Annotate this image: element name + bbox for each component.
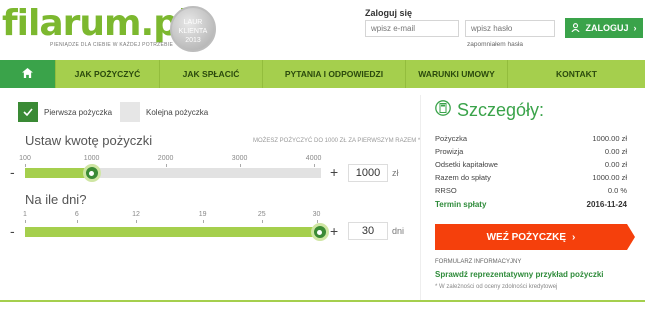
checkbox-empty-icon bbox=[120, 102, 140, 122]
take-loan-button[interactable]: WEŹ POŻYCZKĘ › bbox=[435, 224, 627, 250]
days-tick-mark bbox=[202, 220, 204, 223]
days-tick-label: 6 bbox=[74, 211, 79, 218]
home-icon bbox=[22, 68, 33, 80]
amount-tick-label: 3000 bbox=[231, 155, 248, 162]
amount-tick-mark bbox=[239, 164, 241, 167]
login-button[interactable]: ZALOGUJ › bbox=[565, 18, 643, 38]
days-title: Na ile dni? bbox=[25, 192, 87, 207]
amount-minus-button[interactable]: - bbox=[10, 164, 15, 180]
days-tick-mark bbox=[261, 220, 263, 223]
logo-text: filarum.pl bbox=[2, 3, 190, 44]
login-button-label: ZALOGUJ bbox=[585, 23, 629, 33]
award-medal: LAUR KLIENTA 2013 bbox=[170, 6, 216, 52]
chevron-right-icon: › bbox=[633, 23, 637, 33]
detail-label: Pożyczka bbox=[435, 134, 468, 143]
days-tick-label: 19 bbox=[198, 211, 207, 218]
home-nav-button[interactable] bbox=[0, 60, 56, 88]
nav-item-contact[interactable]: KONTAKT bbox=[508, 60, 645, 88]
take-loan-label: WEŹ POŻYCZKĘ bbox=[486, 231, 567, 243]
amount-tick-label: 4000 bbox=[305, 155, 322, 162]
days-slider-handle[interactable] bbox=[310, 223, 329, 241]
medal-year: 2013 bbox=[185, 37, 201, 44]
amount-title: Ustaw kwotę pożyczki bbox=[25, 133, 153, 148]
details-title-label: Szczegóły: bbox=[457, 100, 545, 120]
forgot-password-link[interactable]: zapomniałem hasła bbox=[467, 41, 523, 48]
tab-next-loan[interactable]: Kolejna pożyczka bbox=[120, 102, 208, 122]
days-tick-mark bbox=[76, 220, 78, 223]
tab-first-loan-label: Pierwsza pożyczka bbox=[44, 107, 113, 117]
user-icon bbox=[571, 22, 581, 34]
email-field[interactable] bbox=[365, 20, 459, 37]
days-tick-label: 1 bbox=[23, 211, 27, 218]
days-value-field[interactable]: 30 bbox=[348, 222, 388, 240]
take-loan-arrow-tip bbox=[627, 224, 635, 250]
representative-example-link[interactable]: Sprawdź reprezentatywny przykład pożyczk… bbox=[435, 270, 604, 279]
detail-label: Razem do spłaty bbox=[435, 173, 491, 182]
nav-item-faq[interactable]: PYTANIA I ODPOWIEDZI bbox=[263, 60, 406, 88]
detail-row-commission: Prowizja 0.00 zł bbox=[435, 147, 627, 156]
amount-tick-label: 1000 bbox=[83, 155, 100, 162]
medal-line2: KLIENTA bbox=[178, 28, 208, 35]
nav-item-terms[interactable]: WARUNKI UMOWY bbox=[406, 60, 508, 88]
chevron-right-icon: › bbox=[572, 231, 576, 243]
amount-slider-handle[interactable] bbox=[82, 164, 101, 182]
days-minus-button[interactable]: - bbox=[10, 223, 15, 239]
logo[interactable]: filarum.pl PIENIĄDZE DLA CIEBIE W KAŻDEJ… bbox=[2, 3, 190, 49]
detail-row-loan: Pożyczka 1000.00 zł bbox=[435, 134, 627, 143]
handle-dot bbox=[317, 229, 323, 235]
amount-plus-button[interactable]: + bbox=[330, 164, 338, 180]
detail-value: 1000.00 zł bbox=[592, 134, 627, 143]
amount-unit: zł bbox=[392, 168, 399, 178]
detail-row-interest: Odsetki kapitałowe 0.00 zł bbox=[435, 160, 627, 169]
nav-item-how-to-repay[interactable]: JAK SPŁACIĆ bbox=[160, 60, 263, 88]
panel-divider bbox=[420, 95, 421, 300]
password-field[interactable] bbox=[465, 20, 555, 37]
detail-label: Odsetki kapitałowe bbox=[435, 160, 498, 169]
detail-row-rrso: RRSO 0.0 % bbox=[435, 186, 627, 195]
details-title: Szczegóły: bbox=[435, 100, 544, 121]
days-plus-button[interactable]: + bbox=[330, 223, 338, 239]
detail-label: Prowizja bbox=[435, 147, 464, 156]
main-nav: JAK POŻYCZYĆ JAK SPŁACIĆ PYTANIA I ODPOW… bbox=[0, 60, 645, 88]
medal-line1: LAUR bbox=[183, 19, 203, 26]
form-info-link[interactable]: FORMULARZ INFORMACYJNY bbox=[435, 259, 521, 265]
bottom-divider bbox=[0, 300, 645, 302]
days-tick-label: 25 bbox=[257, 211, 266, 218]
tab-next-loan-label: Kolejna pożyczka bbox=[146, 107, 209, 117]
days-tick-label: 12 bbox=[132, 211, 140, 218]
checkbox-checked-icon bbox=[18, 102, 38, 122]
amount-slider-fill bbox=[25, 168, 92, 178]
detail-value: 1000.00 zł bbox=[592, 173, 627, 182]
days-tick-mark bbox=[136, 220, 137, 223]
detail-value: 0.0 % bbox=[607, 186, 627, 195]
calculator-icon bbox=[435, 100, 451, 121]
amount-tick-mark bbox=[165, 164, 167, 167]
days-tick-label: 30 bbox=[312, 211, 321, 218]
nav-item-how-to-borrow[interactable]: JAK POŻYCZYĆ bbox=[56, 60, 160, 88]
term-label: Termin spłaty bbox=[435, 200, 487, 209]
login-title: Zaloguj się bbox=[365, 8, 413, 18]
amount-tick-label: 100 bbox=[19, 155, 31, 162]
detail-value: 0.00 zł bbox=[604, 147, 627, 156]
amount-tick-label: 2000 bbox=[157, 155, 174, 162]
amount-limit-hint: MOŻESZ POŻYCZYĆ DO 1000 ZŁ ZA PIERWSZYM … bbox=[253, 138, 421, 144]
detail-label: RRSO bbox=[435, 186, 457, 195]
logo-tagline: PIENIĄDZE DLA CIEBIE W KAŻDEJ POTRZEBIE bbox=[50, 42, 174, 48]
detail-row-term: Termin spłaty 2016-11-24 bbox=[435, 200, 627, 209]
detail-row-total: Razem do spłaty 1000.00 zł bbox=[435, 173, 627, 182]
amount-tick-mark bbox=[25, 164, 26, 167]
tab-first-loan[interactable]: Pierwsza pożyczka bbox=[18, 102, 112, 122]
amount-value-field[interactable]: 1000 bbox=[348, 164, 388, 182]
detail-value: 0.00 zł bbox=[604, 160, 627, 169]
days-slider-fill bbox=[25, 227, 320, 237]
handle-dot bbox=[89, 170, 95, 176]
days-tick-mark bbox=[25, 220, 26, 223]
days-unit: dni bbox=[392, 226, 405, 236]
amount-tick-mark bbox=[313, 164, 315, 167]
footnote: * W zależności od oceny zdolności kredyt… bbox=[435, 284, 558, 290]
term-value: 2016-11-24 bbox=[586, 200, 627, 209]
